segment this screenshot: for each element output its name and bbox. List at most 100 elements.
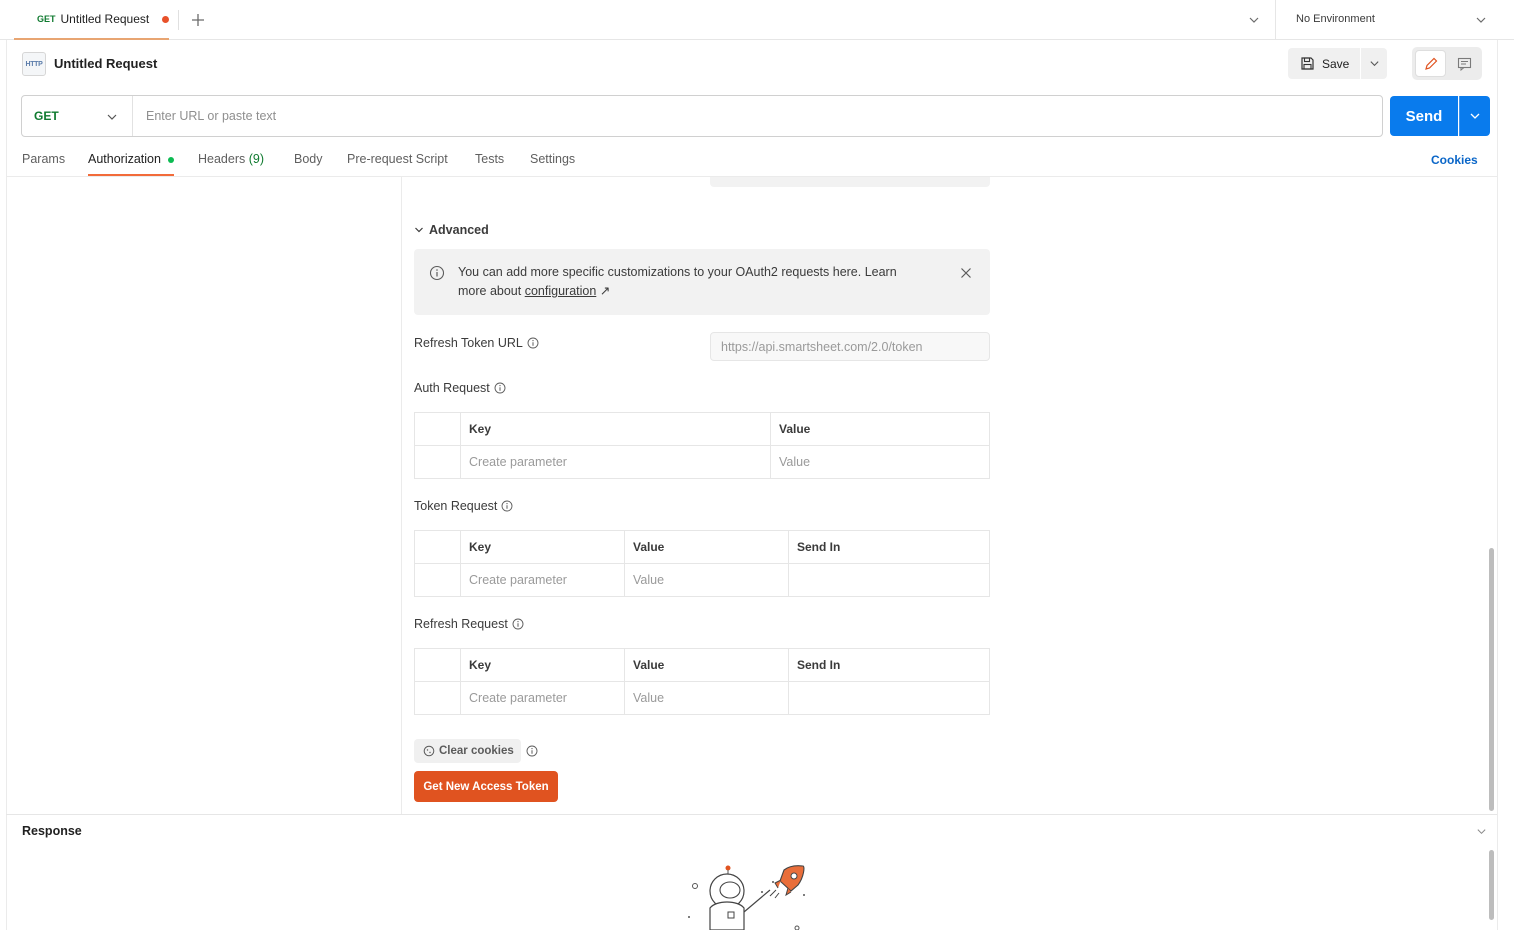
edit-pencil-icon[interactable]	[1415, 50, 1446, 77]
token-request-label: Token Request	[414, 499, 513, 513]
response-scrollbar[interactable]	[1489, 850, 1494, 920]
env-separator	[1275, 0, 1276, 40]
checkbox-column-header	[414, 648, 461, 682]
scrolled-field-remnant	[710, 177, 990, 187]
tab-settings[interactable]: Settings	[530, 152, 575, 166]
send-in-select[interactable]	[788, 563, 990, 597]
tab-divider	[178, 10, 179, 30]
table-header-row: Key Value Send In	[414, 530, 990, 564]
environment-chevron-icon[interactable]	[1475, 14, 1487, 26]
send-options-chevron-icon[interactable]	[1459, 96, 1490, 136]
refresh-request-label: Refresh Request	[414, 617, 524, 631]
info-text: You can add more specific customizations…	[458, 265, 897, 298]
get-new-access-token-button[interactable]: Get New Access Token	[414, 771, 558, 802]
table-header-row: Key Value Send In	[414, 648, 990, 682]
info-icon[interactable]	[494, 382, 506, 394]
save-options-chevron-icon[interactable]	[1361, 48, 1387, 79]
value-input[interactable]: Value	[624, 563, 789, 597]
request-tab-bar: GET Untitled Request No Environment	[0, 0, 1514, 40]
send-button[interactable]: Send	[1390, 96, 1458, 136]
comment-icon[interactable]	[1449, 50, 1479, 77]
clear-cookies-label: Clear cookies	[439, 745, 514, 757]
table-row: Create parameter Value	[414, 563, 990, 597]
response-collapse-chevron-icon[interactable]	[1476, 826, 1487, 837]
save-icon	[1300, 56, 1315, 71]
external-link-arrow-icon: ↗	[599, 284, 611, 298]
advanced-label: Advanced	[429, 223, 489, 237]
info-icon[interactable]	[512, 618, 524, 630]
column-header-send-in: Send In	[788, 648, 990, 682]
value-input[interactable]: Value	[624, 681, 789, 715]
tab-tests[interactable]: Tests	[475, 152, 504, 166]
unsaved-dot-icon	[162, 16, 169, 23]
column-header-key: Key	[460, 648, 625, 682]
method-label: GET	[34, 109, 59, 123]
auth-type-panel-divider	[401, 177, 402, 814]
tab-authorization[interactable]: Authorization	[88, 152, 161, 166]
column-header-value: Value	[770, 412, 990, 446]
auth-active-dot-icon	[168, 157, 174, 163]
column-header-value: Value	[624, 530, 789, 564]
column-header-key: Key	[460, 530, 625, 564]
save-button[interactable]: Save	[1288, 48, 1360, 79]
info-icon	[429, 265, 445, 281]
tab-params[interactable]: Params	[22, 152, 65, 166]
checkbox-column-header	[414, 530, 461, 564]
tab-method: GET	[37, 14, 56, 24]
method-chevron-icon	[106, 111, 118, 123]
cookies-link[interactable]: Cookies	[1431, 153, 1478, 167]
refresh-token-url-label: Refresh Token URL	[414, 336, 539, 350]
column-header-value: Value	[624, 648, 789, 682]
url-input[interactable]	[134, 96, 1374, 136]
chevron-down-icon	[414, 225, 424, 235]
tab-headers[interactable]: Headers (9)	[198, 152, 264, 166]
tab-body[interactable]: Body	[294, 152, 323, 166]
auth-request-table: Key Value Create parameter Value	[414, 412, 990, 479]
http-method-select[interactable]: GET	[22, 96, 133, 136]
response-title: Response	[22, 824, 82, 838]
key-input[interactable]: Create parameter	[460, 681, 625, 715]
advanced-section-toggle[interactable]: Advanced	[414, 223, 489, 237]
row-checkbox[interactable]	[414, 445, 461, 479]
tabs-dropdown-chevron-icon[interactable]	[1248, 14, 1260, 26]
url-bar: GET	[21, 95, 1383, 137]
token-request-table: Key Value Send In Create parameter Value	[414, 530, 990, 597]
info-icon[interactable]	[501, 500, 513, 512]
clear-cookies-button[interactable]: Clear cookies	[414, 739, 521, 763]
info-icon[interactable]	[526, 745, 538, 757]
astronaut-rocket-illustration-icon	[680, 860, 820, 930]
column-header-key: Key	[460, 412, 771, 446]
refresh-token-url-input[interactable]	[710, 332, 990, 361]
table-row: Create parameter Value	[414, 445, 990, 479]
close-icon[interactable]	[960, 267, 972, 279]
headers-count: (9)	[248, 152, 265, 166]
request-title[interactable]: Untitled Request	[54, 56, 157, 71]
response-divider[interactable]	[6, 814, 1497, 815]
auth-request-label: Auth Request	[414, 381, 506, 395]
row-checkbox[interactable]	[414, 563, 461, 597]
table-header-row: Key Value	[414, 412, 990, 446]
http-request-icon: HTTP	[22, 52, 46, 76]
column-header-send-in: Send In	[788, 530, 990, 564]
value-input[interactable]: Value	[770, 445, 990, 479]
workspace-right-border	[1497, 40, 1498, 930]
cookie-icon	[423, 745, 435, 757]
request-tab[interactable]: GET Untitled Request	[14, 0, 169, 40]
new-tab-plus-icon[interactable]	[190, 12, 206, 28]
save-label: Save	[1322, 56, 1350, 71]
refresh-request-table: Key Value Send In Create parameter Value	[414, 648, 990, 715]
oauth-info-banner: You can add more specific customizations…	[414, 249, 990, 315]
environment-selector[interactable]: No Environment	[1296, 13, 1375, 25]
configuration-link[interactable]: configuration	[525, 284, 597, 298]
info-icon[interactable]	[527, 337, 539, 349]
key-input[interactable]: Create parameter	[460, 563, 625, 597]
table-row: Create parameter Value	[414, 681, 990, 715]
tab-pre-request-script[interactable]: Pre-request Script	[347, 152, 448, 166]
checkbox-column-header	[414, 412, 461, 446]
send-in-select[interactable]	[788, 681, 990, 715]
workspace-left-border	[6, 40, 7, 930]
auth-panel-scrollbar[interactable]	[1489, 548, 1494, 811]
row-checkbox[interactable]	[414, 681, 461, 715]
tab-title: Untitled Request	[60, 12, 150, 26]
key-input[interactable]: Create parameter	[460, 445, 771, 479]
